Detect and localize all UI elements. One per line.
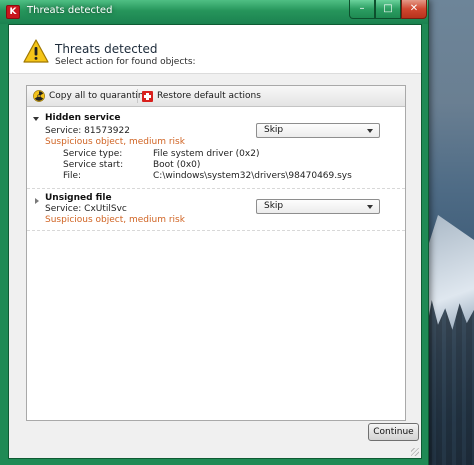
copy-all-label: Copy all to quarantine [49, 91, 150, 101]
restore-default-actions-button[interactable]: Restore default actions [142, 89, 261, 103]
threat-service: Service: 81573922 [45, 126, 130, 136]
action-select-value: Skip [264, 125, 284, 135]
maximize-button[interactable]: □ [375, 0, 401, 19]
expand-arrow-icon[interactable] [35, 198, 39, 204]
expand-arrow-icon[interactable] [33, 117, 39, 121]
title-bar[interactable]: K Threats detected – □ ✕ [0, 0, 428, 24]
detail-value-service-type: File system driver (0x2) [153, 149, 260, 159]
toolbar-separator [137, 89, 138, 103]
detail-label-file: File: [63, 171, 82, 181]
threat-item-unsigned-file[interactable]: Unsigned file Service: CxUtilSvc Suspici… [27, 189, 405, 231]
detail-label-service-start: Service start: [63, 160, 124, 170]
threat-title: Unsigned file [45, 193, 112, 203]
detail-value-service-start: Boot (0x0) [153, 160, 201, 170]
desktop-trees-background [426, 300, 474, 465]
chevron-down-icon [367, 129, 373, 133]
close-button[interactable]: ✕ [401, 0, 427, 19]
kaspersky-app-icon: K [6, 5, 20, 19]
chevron-down-icon [367, 205, 373, 209]
page-title: Threats detected [55, 42, 158, 56]
threat-list-panel: Copy all to quarantine Restore default a… [26, 85, 406, 421]
continue-button[interactable]: Continue [368, 423, 419, 441]
copy-all-to-quarantine-button[interactable]: Copy all to quarantine [33, 89, 149, 103]
resize-grip[interactable] [411, 448, 419, 456]
action-select-value: Skip [264, 201, 284, 211]
threats-dialog-window: K Threats detected – □ ✕ Threats detecte… [0, 0, 428, 465]
dialog-header: Threats detected Select action for found… [9, 25, 421, 74]
page-subtitle: Select action for found objects: [55, 57, 196, 67]
radiation-icon [33, 90, 45, 102]
threat-title: Hidden service [45, 113, 121, 123]
detail-value-file: C:\windows\system32\drivers\98470469.sys [153, 171, 352, 181]
dialog-client-area: Threats detected Select action for found… [8, 24, 422, 459]
detail-label-service-type: Service type: [63, 149, 123, 159]
restore-defaults-label: Restore default actions [157, 91, 261, 101]
minimize-button[interactable]: – [349, 0, 375, 19]
window-title: Threats detected [27, 5, 113, 16]
warning-icon [23, 39, 49, 63]
threat-service: Service: CxUtilSvc [45, 204, 127, 214]
action-select-unsigned-file[interactable]: Skip [256, 199, 380, 214]
threat-risk-level: Suspicious object, medium risk [45, 215, 185, 225]
threat-item-hidden-service[interactable]: Hidden service Service: 81573922 Suspici… [27, 106, 405, 189]
red-cross-icon [142, 90, 153, 102]
threat-toolbar: Copy all to quarantine Restore default a… [27, 86, 405, 107]
threat-risk-level: Suspicious object, medium risk [45, 137, 185, 147]
action-select-hidden-service[interactable]: Skip [256, 123, 380, 138]
